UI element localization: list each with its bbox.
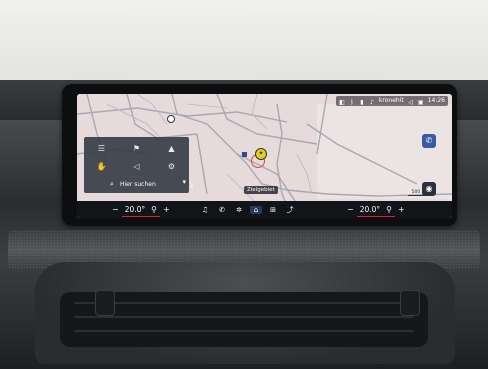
left-temp-indicator — [122, 215, 160, 217]
audio-icon[interactable]: ◁ — [131, 161, 143, 173]
home-icon[interactable]: ⌂ — [250, 205, 262, 214]
scene: ◧ ᛒ ▮ ♪ kronehit ◁ ▣ 14:26 ✦ Zielgebiet … — [0, 0, 488, 369]
traffic-icon[interactable]: ▲ — [166, 143, 178, 155]
list-icon[interactable]: ☰ — [96, 143, 108, 155]
status-bar: ◧ ᛒ ▮ ♪ kronehit ◁ ▣ 14:26 — [335, 96, 448, 106]
phone-icon: ✆ — [425, 136, 433, 145]
call-icon[interactable]: ⤴ — [284, 205, 296, 215]
voice-icon: ◧ — [339, 99, 345, 106]
left-climate-control: − 20.0° ⚲ + — [112, 203, 170, 217]
quick-controls-panel: ☰ ⚑ ▲ ✋ ◁ ⚙ ⌕ Hier suchen ▾ — [84, 137, 189, 193]
panel-row-1: ☰ ⚑ ▲ — [84, 140, 189, 158]
waypoint-marker[interactable] — [242, 152, 247, 157]
chevron-left-icon[interactable]: ‹ — [190, 182, 194, 192]
chevron-down-icon[interactable]: ▾ — [182, 178, 186, 186]
right-temperature[interactable]: 20.0° — [360, 205, 380, 214]
signal-icon: ▮ — [360, 99, 364, 106]
destination-label[interactable]: Zielgebiet — [244, 186, 278, 194]
search-label: Hier suchen — [120, 180, 156, 188]
fan-icon[interactable]: ✲ — [233, 206, 245, 214]
background-wall — [0, 0, 488, 88]
air-vent — [60, 292, 428, 347]
left-temperature[interactable]: 20.0° — [125, 205, 145, 214]
left-vent-knob[interactable] — [95, 290, 115, 316]
vent-slat — [75, 330, 413, 332]
map-scale: 500 m — [407, 190, 430, 196]
seat-heat-icon[interactable]: ⚲ — [151, 205, 157, 214]
vent-slat — [75, 302, 413, 304]
search-field[interactable]: ⌕ Hier suchen ▾ — [84, 177, 189, 191]
phone-shortcut-button[interactable]: ✆ — [422, 134, 436, 148]
clock: 14:26 — [427, 97, 445, 104]
infotainment-screen: ◧ ᛒ ▮ ♪ kronehit ◁ ▣ 14:26 ✦ Zielgebiet … — [77, 94, 452, 218]
bluetooth-icon: ᛒ — [350, 99, 354, 106]
media-icon[interactable]: ♫ — [199, 206, 211, 214]
phone-bar-icon[interactable]: ✆ — [216, 206, 228, 214]
quick-nav-icons: ♫ ✆ ✲ ⌂ ⊞ ⤴ — [199, 204, 296, 215]
settings-gear-icon[interactable]: ⚙ — [166, 161, 178, 173]
left-temp-down-button[interactable]: − — [112, 205, 119, 214]
destination-pin-icon[interactable]: ✦ — [255, 148, 267, 160]
search-icon: ⌕ — [110, 179, 114, 188]
station-name: kronehit — [378, 97, 404, 104]
poi-marker[interactable] — [167, 115, 175, 123]
right-vent-knob[interactable] — [400, 290, 420, 316]
volume-icon: ◁ — [408, 99, 414, 106]
apps-grid-icon[interactable]: ⊞ — [267, 206, 279, 214]
right-climate-control: − 20.0° ⚲ + — [347, 203, 405, 217]
notification-icon: ▣ — [417, 99, 424, 106]
left-temp-up-button[interactable]: + — [163, 205, 170, 214]
vent-slat — [75, 316, 413, 318]
right-temp-down-button[interactable]: − — [347, 205, 354, 214]
right-temp-up-button[interactable]: + — [398, 205, 405, 214]
right-temp-indicator — [357, 215, 395, 217]
route-options-icon[interactable]: ⚑ — [131, 143, 143, 155]
radio-icon: ♪ — [369, 99, 374, 106]
seat-heat-right-icon[interactable]: ⚲ — [386, 205, 392, 214]
climate-bar: − 20.0° ⚲ + ♫ ✆ ✲ ⌂ ⊞ ⤴ − 20.0° ⚲ + — [77, 201, 452, 218]
panel-row-2: ✋ ◁ ⚙ — [84, 158, 189, 176]
hand-icon[interactable]: ✋ — [96, 161, 108, 173]
